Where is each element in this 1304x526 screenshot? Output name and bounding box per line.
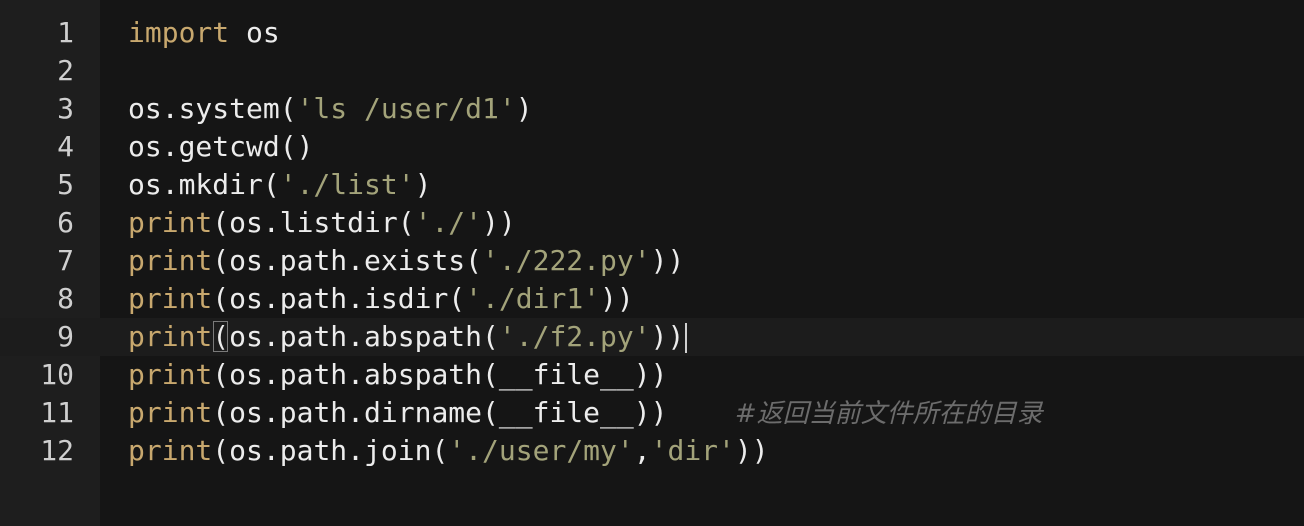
code-line[interactable]: 6 print(os.listdir('./'))	[0, 204, 1304, 242]
code-line[interactable]: 2	[0, 52, 1304, 90]
code-token: (os.path.abspath(__file__))	[212, 358, 668, 391]
line-code: print(os.path.exists('./222.py'))	[128, 242, 684, 280]
code-token: os.mkdir(	[128, 168, 280, 201]
code-token: './dir1'	[465, 282, 601, 315]
code-token: (os.path.isdir(	[212, 282, 466, 315]
line-code: print(os.listdir('./'))	[128, 204, 516, 242]
line-number: 2	[57, 54, 74, 87]
code-token: (	[212, 320, 230, 353]
code-line[interactable]: 12 print(os.path.join('./user/my','dir'))	[0, 432, 1304, 470]
line-code: print(os.path.abspath(__file__))	[128, 356, 667, 394]
code-token: ,	[633, 434, 651, 467]
text-cursor	[685, 323, 688, 353]
line-number: 10	[40, 358, 74, 391]
code-token: (os.path.join(	[212, 434, 449, 467]
code-token: )	[515, 92, 533, 125]
line-number: 6	[57, 206, 74, 239]
code-token: print	[128, 282, 213, 315]
code-token: )	[414, 168, 432, 201]
code-line[interactable]: 8 print(os.path.isdir('./dir1'))	[0, 280, 1304, 318]
code-token: ))	[482, 206, 516, 239]
code-token: ))	[650, 244, 685, 277]
code-token: './222.py'	[482, 244, 651, 277]
code-token: import	[128, 16, 230, 49]
code-token: (os.path.dirname(__file__))	[212, 396, 735, 429]
line-number: 9	[57, 320, 74, 353]
code-token: os.path.abspath(	[229, 320, 499, 353]
code-token: './list'	[279, 168, 415, 201]
line-code: import os	[128, 14, 280, 52]
code-line[interactable]: 11 print(os.path.dirname(__file__)) #返回当前…	[0, 394, 1304, 432]
code-token: print	[128, 244, 213, 277]
code-token: os.system(	[128, 92, 297, 125]
code-line[interactable]: 3 os.system('ls /user/d1')	[0, 90, 1304, 128]
line-number: 7	[57, 244, 74, 277]
line-number: 12	[40, 434, 74, 467]
code-comment: #返回当前文件所在的目录	[734, 399, 1043, 429]
code-token: print	[128, 320, 213, 353]
code-token: './'	[414, 206, 483, 239]
code-token: print	[128, 434, 213, 467]
code-token: ))	[650, 320, 685, 353]
line-number: 3	[57, 92, 74, 125]
line-code: print(os.path.join('./user/my','dir'))	[128, 432, 769, 470]
code-line[interactable]: 7 print(os.path.exists('./222.py'))	[0, 242, 1304, 280]
code-line[interactable]: 1 import os	[0, 14, 1304, 52]
code-token: (os.path.exists(	[212, 244, 483, 277]
line-number: 5	[57, 168, 74, 201]
line-number: 8	[57, 282, 74, 315]
code-line[interactable]: 10 print(os.path.abspath(__file__))	[0, 356, 1304, 394]
line-number: 11	[40, 396, 74, 429]
line-number: 1	[57, 16, 74, 49]
code-token: './f2.py'	[498, 320, 651, 353]
code-token: print	[128, 206, 213, 239]
code-token: print	[128, 358, 213, 391]
code-editor[interactable]: 1 import os 2 3 os.system('ls /user/d1') 4 os.…	[0, 0, 1304, 526]
code-token: os.getcwd()	[128, 130, 314, 163]
code-token: 'ls /user/d1'	[296, 92, 516, 125]
code-line[interactable]: 9 print(os.path.abspath('./f2.py'))	[0, 318, 1304, 356]
line-code: os.system('ls /user/d1')	[128, 90, 533, 128]
code-token: print	[128, 396, 213, 429]
line-code: os.mkdir('./list')	[128, 166, 431, 204]
code-token: (os.listdir(	[212, 206, 415, 239]
line-code: print(os.path.dirname(__file__)) #返回当前文件…	[128, 394, 1043, 433]
line-code: print(os.path.isdir('./dir1'))	[128, 280, 634, 318]
code-token: 'dir'	[650, 434, 735, 467]
code-token: ))	[734, 434, 769, 467]
code-token: ))	[600, 282, 634, 315]
line-code: print(os.path.abspath('./f2.py'))	[128, 318, 688, 356]
code-token: os	[229, 16, 280, 49]
code-token: './user/my'	[448, 434, 634, 467]
line-number: 4	[57, 130, 74, 163]
line-code: os.getcwd()	[128, 128, 313, 166]
code-line[interactable]: 5 os.mkdir('./list')	[0, 166, 1304, 204]
code-line[interactable]: 4 os.getcwd()	[0, 128, 1304, 166]
